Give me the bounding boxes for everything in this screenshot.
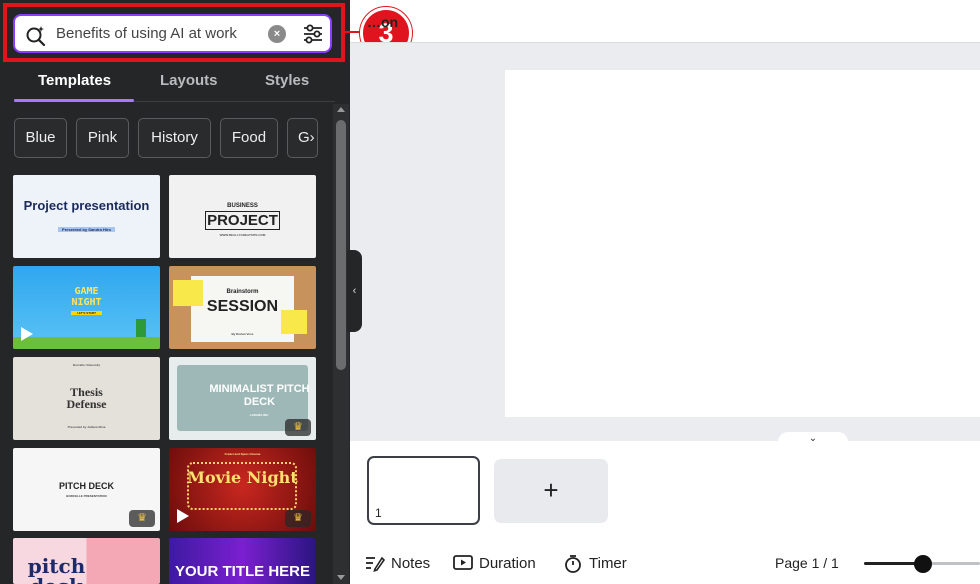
active-tab-indicator	[14, 99, 134, 102]
search-input[interactable]: Benefits of using AI at work ×	[13, 14, 332, 53]
template-card[interactable]: Borcelle University Thesis Defense Prese…	[13, 357, 160, 440]
timer-stopwatch-icon	[565, 555, 581, 573]
filter-chip-history[interactable]: History	[138, 118, 211, 158]
template-title: MINIMALIST PITCH DECK	[209, 383, 310, 408]
expand-pages-chevron-icon[interactable]: ⌄	[778, 432, 848, 446]
template-card[interactable]: Brainstorm SESSION By Dorian Voss	[169, 266, 316, 349]
template-title: Project presentation	[23, 198, 150, 213]
filter-chip-blue[interactable]: Blue	[14, 118, 67, 158]
template-title: YOUR TITLE HERE	[174, 563, 310, 580]
play-icon	[177, 509, 189, 523]
template-card[interactable]: PITCH DECK BORCELLE PRESENTATION ♛	[13, 448, 160, 531]
tab-layouts[interactable]: Layouts	[160, 72, 218, 89]
design-canvas-page[interactable]	[505, 70, 980, 417]
template-title: pitch deck	[27, 554, 86, 584]
template-card[interactable]: BUSINESS PROJECT WWW.REALLYGREATSITE.COM	[169, 175, 316, 258]
filter-chip-pink[interactable]: Pink	[76, 118, 129, 158]
notes-button[interactable]: Notes	[365, 553, 435, 575]
template-title: Thesis Defense	[66, 385, 107, 411]
template-title: GAME NIGHT	[71, 286, 102, 308]
design-title[interactable]: …on	[367, 14, 398, 30]
template-subtitle: LET'S START	[71, 311, 102, 315]
filter-chip-more[interactable]: G›	[287, 118, 318, 158]
timer-label: Timer	[589, 555, 627, 572]
template-card[interactable]: Project presentation Presented by Sandra…	[13, 175, 160, 258]
page-indicator[interactable]: Page 1 / 1	[775, 555, 839, 571]
template-subtitle: Presented by Juliana Silva	[67, 425, 106, 429]
template-subtitle: BORCELLE PRESENTATION	[66, 494, 107, 498]
clear-search-icon[interactable]: ×	[268, 25, 286, 43]
template-subtitle: LARANA INC.	[249, 413, 270, 417]
filter-sliders-icon[interactable]	[301, 22, 325, 46]
page-thumbnail[interactable]: 1	[367, 456, 480, 525]
zoom-slider-handle[interactable]	[914, 555, 932, 573]
notes-icon	[366, 556, 385, 572]
template-card[interactable]: Fradel and Spies Cinema Movie Night ♛	[169, 448, 316, 531]
template-title: Brainstorm	[226, 289, 259, 295]
template-title-main: SESSION	[206, 298, 279, 315]
template-card[interactable]: MINIMALIST PITCH DECK LARANA INC. ♛	[169, 357, 316, 440]
scrollbar-thumb[interactable]	[336, 120, 346, 370]
search-query-text[interactable]: Benefits of using AI at work	[56, 25, 237, 42]
template-subtitle: WWW.REALLYGREATSITE.COM	[219, 233, 266, 237]
ground-stripe	[13, 337, 160, 349]
duration-button[interactable]: Duration	[453, 553, 545, 575]
template-header: Borcelle University	[72, 363, 101, 367]
template-title: Movie Night	[187, 468, 298, 487]
premium-crown-icon: ♛	[285, 510, 311, 527]
template-title: BUSINESS	[227, 203, 258, 209]
template-card[interactable]: GAME NIGHT LET'S START	[13, 266, 160, 349]
tab-styles[interactable]: Styles	[265, 72, 309, 89]
filter-chip-food[interactable]: Food	[220, 118, 278, 158]
duration-play-icon	[453, 555, 473, 570]
add-page-button[interactable]: +	[494, 459, 608, 523]
scroll-down-arrow-icon[interactable]	[337, 575, 345, 580]
duration-label: Duration	[479, 555, 536, 572]
pipe-shape	[136, 319, 146, 337]
collapse-panel-handle[interactable]: ‹	[347, 250, 362, 332]
play-icon	[21, 327, 33, 341]
template-subtitle: Presented by Sandra Hiro	[58, 227, 115, 232]
timer-button[interactable]: Timer	[563, 553, 633, 575]
notes-label: Notes	[391, 555, 431, 572]
template-card[interactable]: YOUR TITLE HERE	[169, 538, 316, 584]
scroll-up-arrow-icon[interactable]	[337, 107, 345, 112]
premium-crown-icon: ♛	[129, 510, 155, 527]
page-thumbnail-number: 1	[375, 506, 382, 520]
magic-search-icon[interactable]	[25, 24, 47, 46]
template-card[interactable]: pitch deck	[13, 538, 160, 584]
template-subtitle: By Dorian Voss	[231, 332, 254, 336]
premium-crown-icon: ♛	[285, 419, 311, 436]
template-subtitle: Fradel and Spies Cinema	[224, 452, 261, 456]
tab-templates[interactable]: Templates	[38, 72, 111, 89]
template-title: PITCH DECK	[58, 481, 114, 491]
template-title-main: PROJECT	[205, 211, 280, 230]
